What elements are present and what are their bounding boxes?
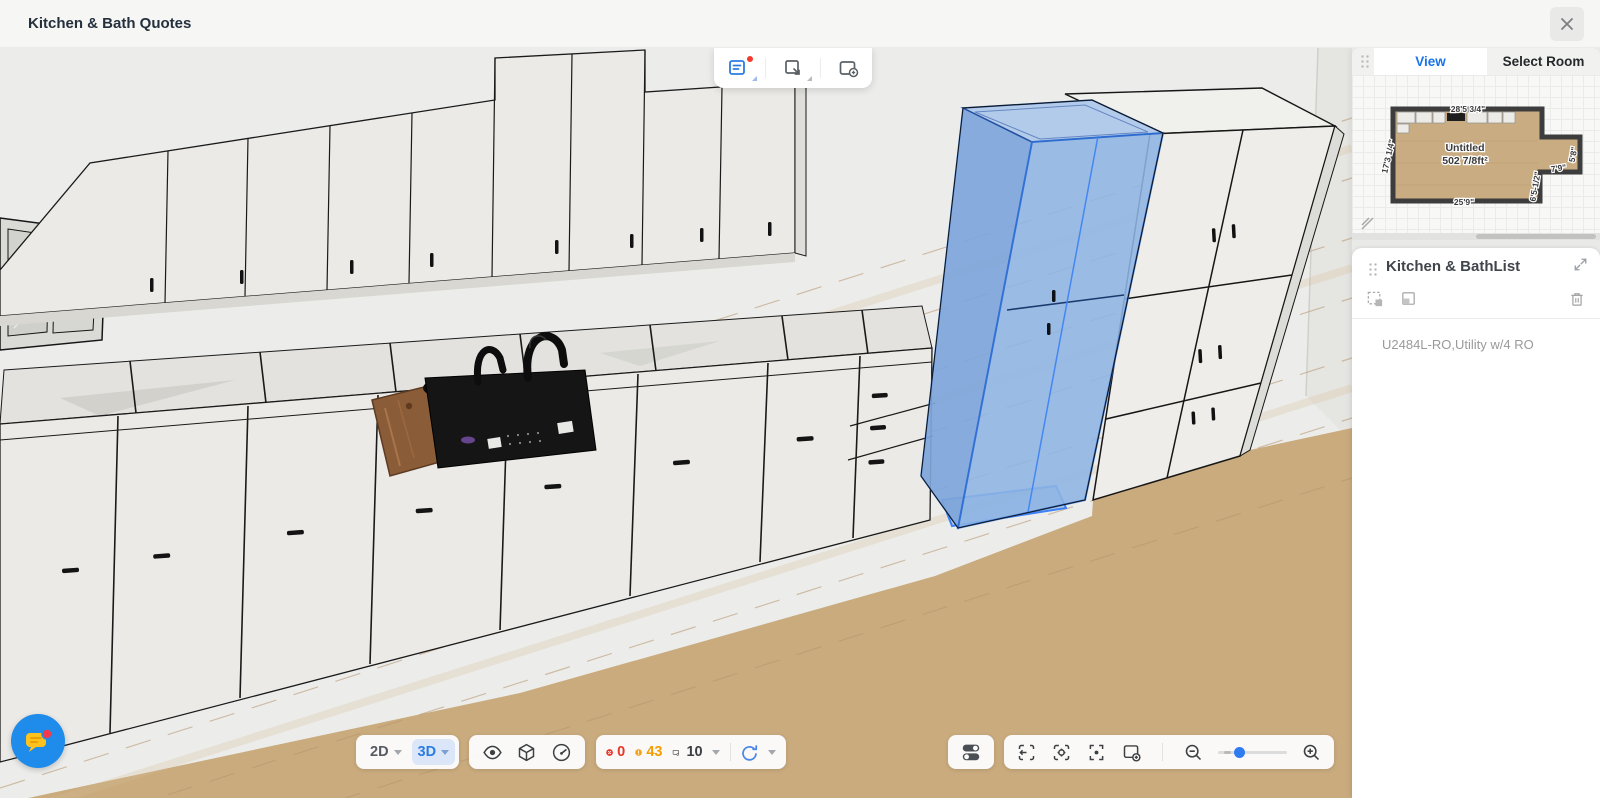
- zoom-in-button[interactable]: [1301, 742, 1322, 763]
- viewport-toolbar: [714, 48, 872, 88]
- scene-canvas[interactable]: [0, 48, 1352, 798]
- error-icon: [606, 748, 613, 756]
- area-select-icon: [785, 60, 800, 75]
- error-count: 0: [617, 744, 626, 760]
- notification-dot: [746, 55, 755, 63]
- mode-3d-label: 3D: [417, 744, 437, 760]
- snapshot-settings-button[interactable]: [826, 51, 870, 85]
- list-title: Kitchen & BathList: [1386, 257, 1521, 275]
- walkthrough-button[interactable]: [551, 742, 572, 763]
- sync-button[interactable]: [740, 743, 759, 762]
- page-title: Kitchen & Bath Quotes: [28, 15, 192, 32]
- snapshot-settings-icon: [839, 61, 858, 78]
- tab-view[interactable]: View: [1374, 48, 1487, 75]
- camera-settings-icon: [1053, 744, 1070, 760]
- camera-settings-button[interactable]: [1051, 742, 1072, 763]
- mode-3d-button[interactable]: 3D: [411, 739, 456, 765]
- chevron-down-icon: [441, 749, 450, 755]
- screenshot-button[interactable]: [1121, 742, 1142, 763]
- chat-icon: [26, 728, 53, 752]
- visibility-button[interactable]: [482, 742, 503, 763]
- tab-select-room[interactable]: Select Room: [1487, 48, 1600, 75]
- room-name: Untitled: [1445, 142, 1484, 154]
- status-pill: 0 43 10: [596, 735, 786, 769]
- eye-icon: [483, 745, 502, 759]
- replace-icon: [1402, 291, 1415, 305]
- scene-viewport[interactable]: 2D 3D 0 43 10: [0, 48, 1352, 798]
- close-button[interactable]: [1550, 7, 1584, 41]
- drag-handle-icon[interactable]: [1368, 261, 1378, 277]
- zoom-out-icon: [1185, 744, 1201, 760]
- drawings-icon: [673, 749, 680, 756]
- app-root: Kitchen & Bath Quotes 2D 3D 0 43 10 View…: [0, 0, 1600, 798]
- list-item[interactable]: U2484L-RO,Utility w/4 RO: [1382, 337, 1600, 352]
- zoom-out-button[interactable]: [1183, 742, 1204, 763]
- chevron-down-icon: [393, 749, 402, 755]
- mode-2d-label: 2D: [370, 744, 389, 760]
- zoom-slider[interactable]: [1217, 745, 1287, 759]
- chevron-down-icon[interactable]: [768, 749, 776, 755]
- view-angle-button[interactable]: [1016, 742, 1037, 763]
- right-panel: View Select Room 28'5 3/4" 17'3 1/4" 25'…: [1352, 48, 1600, 798]
- panel-tab-bar: View Select Room: [1352, 48, 1600, 75]
- cube-icon: [519, 743, 535, 761]
- dim-ext-bottom: 7'9": [1550, 162, 1567, 174]
- mode-2d-button[interactable]: 2D: [364, 739, 408, 765]
- drag-handle-icon[interactable]: [1360, 54, 1370, 69]
- view-angle-icon: [1018, 744, 1035, 760]
- dim-bottom: 25'9": [1454, 197, 1474, 207]
- room-area: 502 7/8ft²: [1442, 155, 1488, 167]
- close-icon: [1561, 18, 1573, 30]
- zoom-slider-knob[interactable]: [1233, 746, 1245, 758]
- quote-list-button[interactable]: [716, 51, 760, 85]
- floor-plan-map: 28'5 3/4" 17'3 1/4" 25'9" 6'5-1/2" 7'9" …: [1378, 103, 1583, 208]
- zoom-in-icon: [1303, 744, 1320, 760]
- render-style-button[interactable]: [516, 742, 537, 763]
- area-select-button[interactable]: [771, 51, 815, 85]
- toggles-pill: [948, 735, 994, 769]
- camera-zoom-pill: [1004, 735, 1334, 769]
- list-toolbar: [1352, 284, 1600, 314]
- floor-plan-panel[interactable]: 28'5 3/4" 17'3 1/4" 25'9" 6'5-1/2" 7'9" …: [1352, 75, 1600, 240]
- replace-item-button[interactable]: [1399, 290, 1418, 309]
- delete-item-button[interactable]: [1568, 290, 1586, 308]
- expand-panel-button[interactable]: [1573, 257, 1588, 275]
- marquee-select-icon: [1367, 291, 1383, 306]
- view-mode-pill: 2D 3D: [356, 735, 459, 769]
- display-pill: [469, 735, 585, 769]
- floor-plan-sink: [1447, 113, 1465, 121]
- title-bar: Kitchen & Bath Quotes: [0, 0, 1600, 48]
- focus-selection-button[interactable]: [1086, 742, 1107, 763]
- gauge-icon: [553, 743, 571, 761]
- drawing-count: 10: [686, 744, 703, 760]
- sync-icon: [742, 744, 758, 761]
- kitchen-bath-list-panel: Kitchen & BathList U2484L-RO,Utility w/4…: [1352, 248, 1600, 798]
- dropdown-caret-icon: [806, 76, 812, 81]
- dim-top: 28'5 3/4": [1451, 104, 1485, 114]
- marquee-select-button[interactable]: [1366, 290, 1385, 309]
- screenshot-plus-icon: [1123, 744, 1141, 762]
- layer-toggles-button[interactable]: [960, 741, 982, 763]
- expand-icon: [1574, 258, 1587, 271]
- focus-icon: [1089, 744, 1104, 760]
- chevron-down-icon[interactable]: [711, 749, 720, 755]
- toggles-icon: [962, 744, 980, 761]
- dropdown-caret-icon: [752, 76, 758, 81]
- warning-count: 43: [646, 744, 663, 760]
- list-header: Kitchen & BathList: [1352, 248, 1600, 284]
- chat-button[interactable]: [11, 714, 65, 768]
- resize-handle-icon[interactable]: [1360, 216, 1374, 230]
- warning-icon: [635, 748, 643, 756]
- floor-plan-scrollbar[interactable]: [1352, 233, 1600, 240]
- trash-icon: [1571, 293, 1583, 306]
